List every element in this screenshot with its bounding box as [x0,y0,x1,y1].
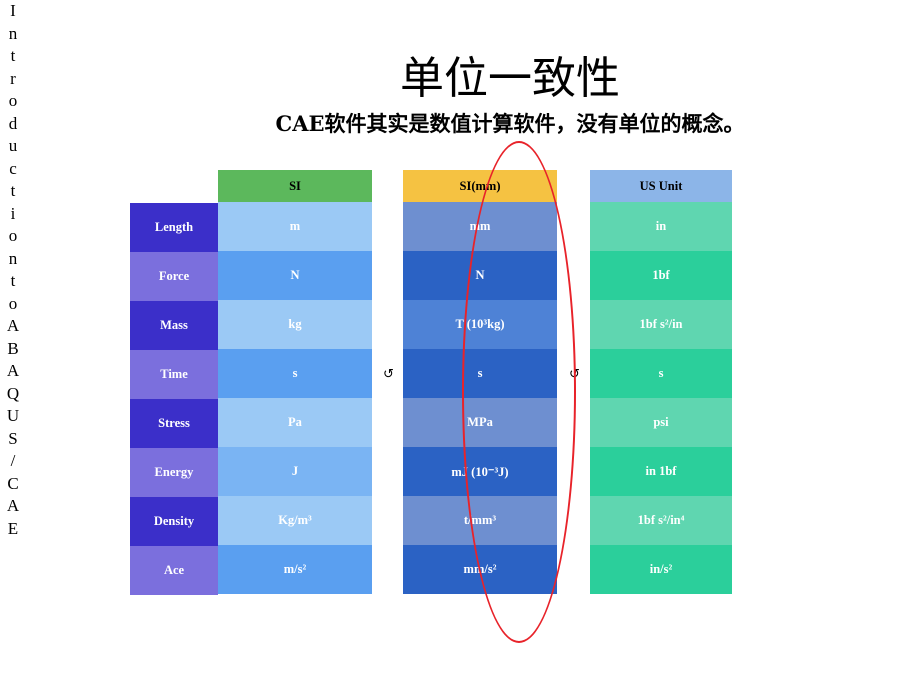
unit-cell: 1bf s²/in [590,300,732,349]
unit-cell: kg [218,300,372,349]
page-subtitle: CAE软件其实是数值计算软件，没有单位的概念。 [275,111,745,136]
convert-arrow-icon: ↺ [383,367,394,382]
unit-cell: N [218,251,372,300]
table-row: Time [130,350,218,399]
table-row: Length [130,203,218,252]
table-row: in [590,202,732,251]
si-mm-unit-table: SI(mm) mm N T (10³kg) s MPa mJ (10⁻³J) t… [403,170,557,594]
quantity-label: Time [130,350,218,399]
table-row: Pa [218,398,372,447]
table-row: J [218,447,372,496]
unit-cell: t/mm³ [403,496,557,545]
table-row: T (10³kg) [403,300,557,349]
table-row: mJ (10⁻³J) [403,447,557,496]
table-row: 1bf s²/in [590,300,732,349]
table-row: Stress [130,399,218,448]
table-row: N [218,251,372,300]
us-unit-table: US Unit in 1bf 1bf s²/in s psi in 1bf 1b… [590,170,732,594]
quantity-label: Density [130,497,218,546]
table-header-row: SI [218,170,372,202]
table-header-us: US Unit [590,170,732,202]
table-row: N [403,251,557,300]
quantity-label: Stress [130,399,218,448]
quantity-label: Length [130,203,218,252]
table-row: mm/s² [403,545,557,594]
table-row: m [218,202,372,251]
quantity-label-column: Length Force Mass Time Stress Energy Den… [130,203,218,595]
table-header-row: US Unit [590,170,732,202]
table-row: Ace [130,546,218,595]
table-row: Force [130,252,218,301]
table-row: Density [130,497,218,546]
side-title: I n t r o d u c t i o n t o A B A Q U S … [6,1,20,538]
unit-cell: m/s² [218,545,372,594]
table-header-si-mm: SI(mm) [403,170,557,202]
table-row: Mass [130,301,218,350]
quantity-label: Mass [130,301,218,350]
unit-cell: s [218,349,372,398]
unit-cell: J [218,447,372,496]
unit-cell: MPa [403,398,557,447]
unit-cell: mJ (10⁻³J) [403,447,557,496]
unit-cell: 1bf s²/in⁴ [590,496,732,545]
unit-cell: in [590,202,732,251]
table-row: s [590,349,732,398]
unit-cell: mm [403,202,557,251]
unit-cell: m [218,202,372,251]
unit-cell: mm/s² [403,545,557,594]
si-unit-table: SI m N kg s Pa J Kg/m³ m/s² [218,170,372,594]
table-row: mm [403,202,557,251]
unit-cell: N [403,251,557,300]
unit-cell: Kg/m³ [218,496,372,545]
table-row: m/s² [218,545,372,594]
unit-cell: in/s² [590,545,732,594]
table-row: in 1bf [590,447,732,496]
table-row: t/mm³ [403,496,557,545]
convert-arrow-icon: ↺ [569,367,580,382]
table-row: kg [218,300,372,349]
table-header-row: SI(mm) [403,170,557,202]
unit-cell: s [590,349,732,398]
table-row: s [218,349,372,398]
table-row: psi [590,398,732,447]
table-row: in/s² [590,545,732,594]
quantity-label: Energy [130,448,218,497]
unit-cell: psi [590,398,732,447]
quantity-label: Ace [130,546,218,595]
table-row: 1bf s²/in⁴ [590,496,732,545]
unit-cell: in 1bf [590,447,732,496]
unit-cell: T (10³kg) [403,300,557,349]
unit-cell: Pa [218,398,372,447]
table-row: 1bf [590,251,732,300]
page-title: 单位一致性 [400,53,620,104]
table-row: s [403,349,557,398]
unit-cell: 1bf [590,251,732,300]
table-header-si: SI [218,170,372,202]
table-row: MPa [403,398,557,447]
unit-cell: s [403,349,557,398]
table-row: Kg/m³ [218,496,372,545]
table-row: Energy [130,448,218,497]
quantity-label: Force [130,252,218,301]
